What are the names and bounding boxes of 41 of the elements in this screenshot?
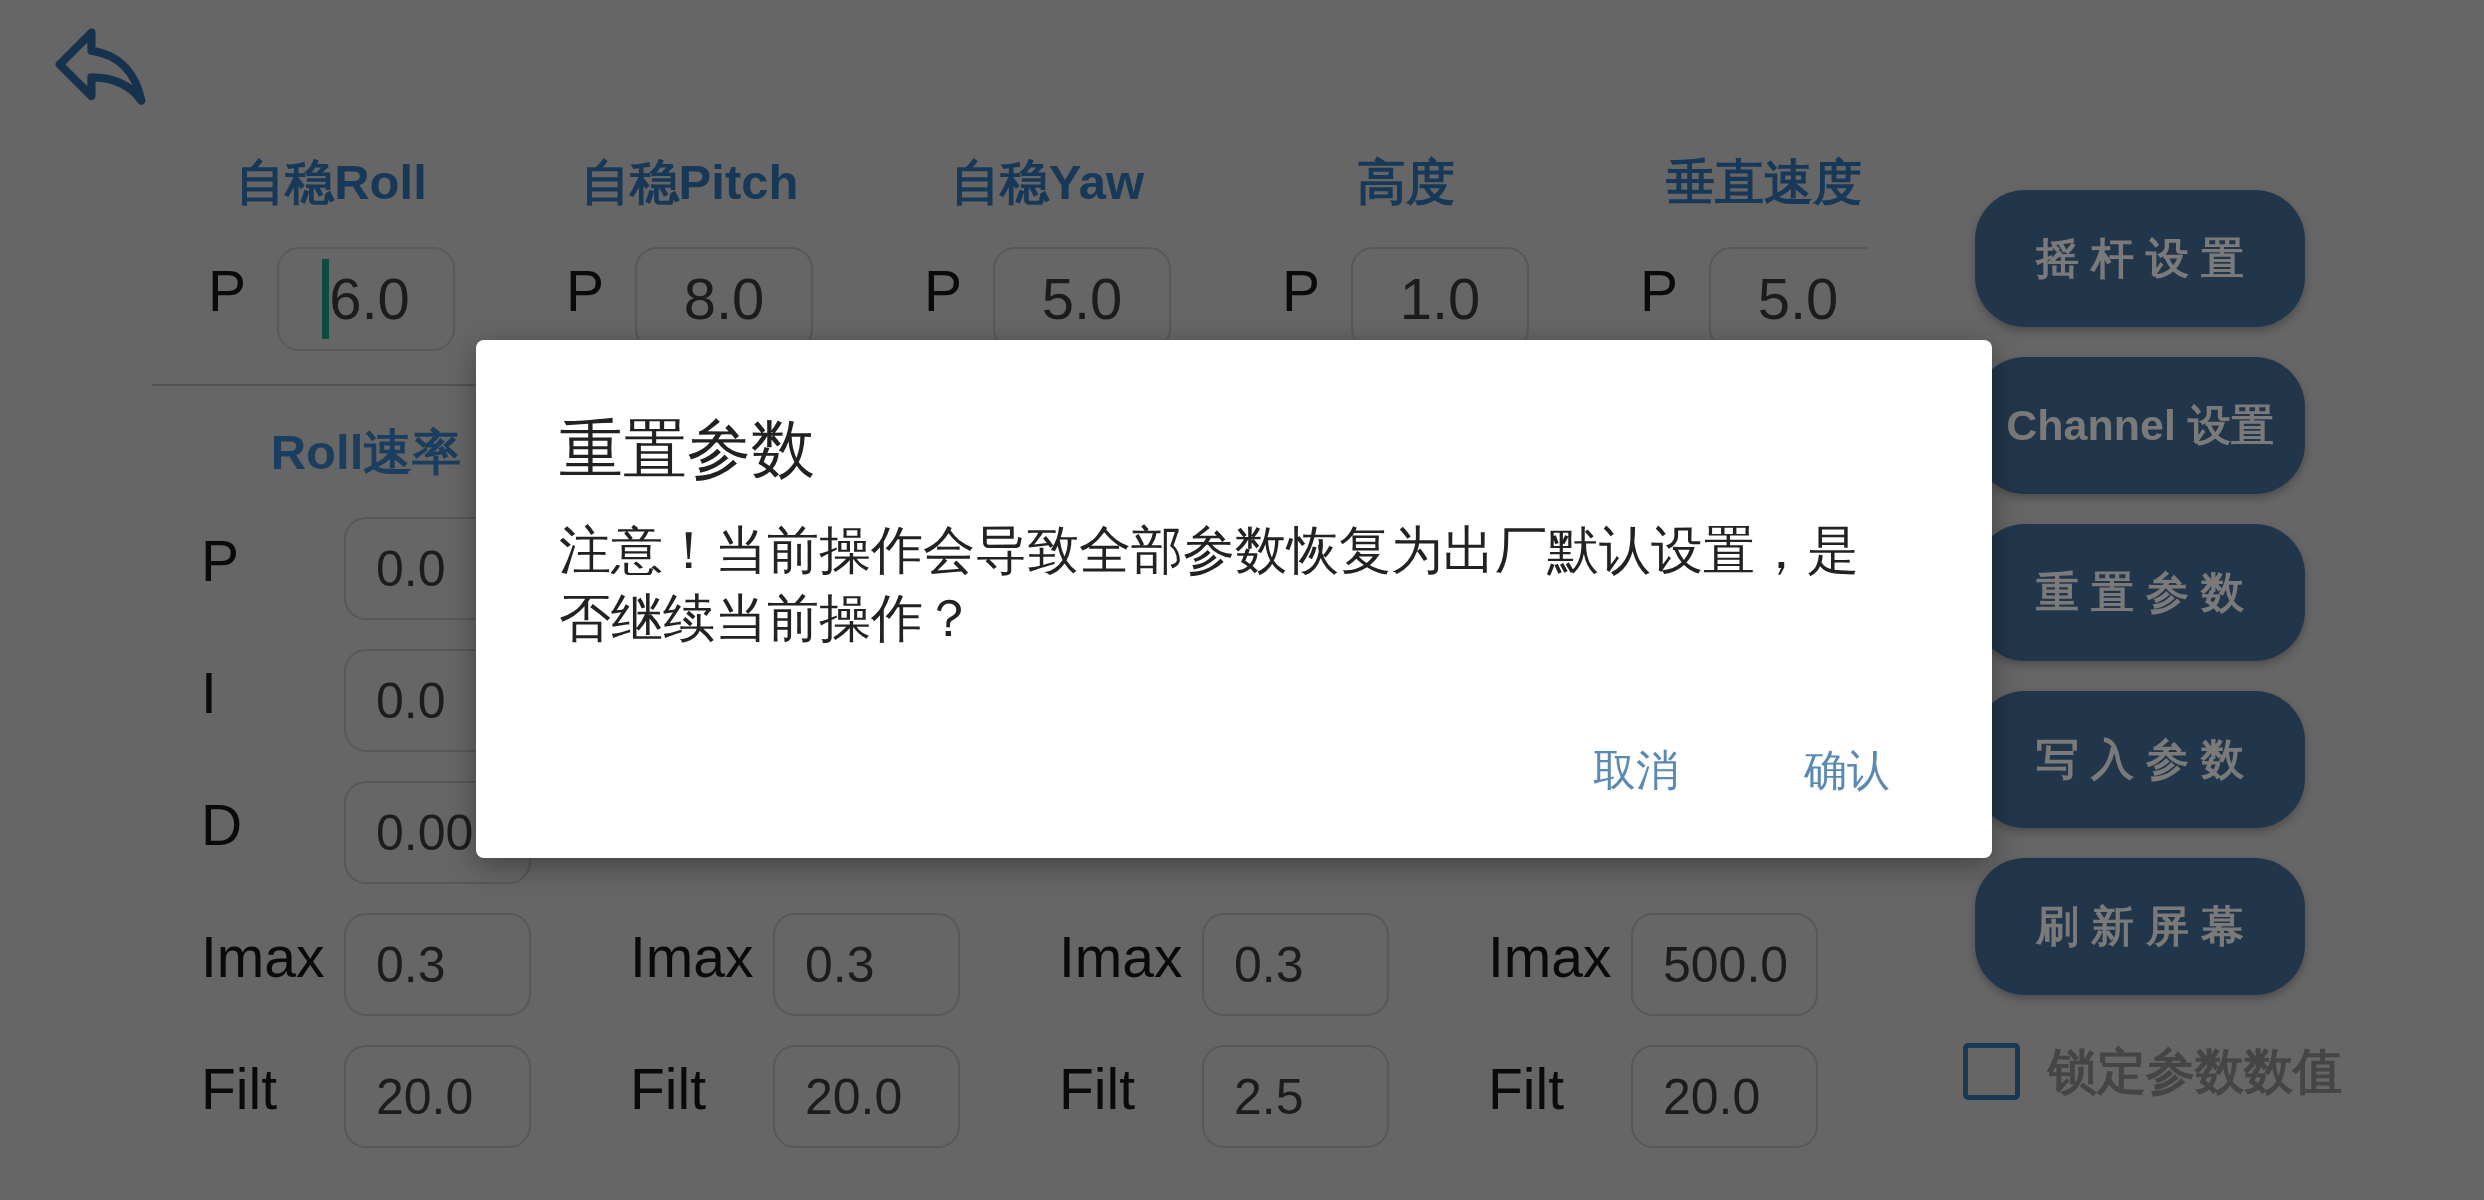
param-label: Imax xyxy=(1488,925,1612,989)
column-heading: 自稳Roll xyxy=(236,154,427,211)
column-heading: 自稳Pitch xyxy=(580,154,799,211)
dialog-button[interactable]: 取消 xyxy=(1569,730,1703,810)
param-label: Imax xyxy=(201,925,325,989)
input-field[interactable]: 0.3 xyxy=(1202,913,1389,1016)
back-arrow-icon xyxy=(55,28,146,106)
param-label: Imax xyxy=(630,925,754,989)
param-label: P xyxy=(208,258,247,323)
checkbox[interactable] xyxy=(1963,1043,2020,1100)
input-field[interactable]: 500.0 xyxy=(1631,913,1818,1016)
param-label: Filt xyxy=(1059,1057,1135,1121)
param-label: P xyxy=(1640,258,1679,323)
text-cursor-icon xyxy=(322,259,330,339)
input-field[interactable]: 20.0 xyxy=(773,1045,960,1148)
input-field[interactable]: 6.0 xyxy=(277,247,455,351)
column-heading: 高度 xyxy=(1356,154,1455,211)
param-label: I xyxy=(201,661,217,725)
input-field[interactable]: 0.3 xyxy=(344,913,531,1016)
param-label: P xyxy=(201,529,240,593)
input-field[interactable]: 20.0 xyxy=(344,1045,531,1148)
input-field[interactable]: 20.0 xyxy=(1631,1045,1818,1148)
input-field[interactable]: 0.3 xyxy=(773,913,960,1016)
param-label: Filt xyxy=(201,1057,277,1121)
param-label: Filt xyxy=(1488,1057,1564,1121)
param-label: Filt xyxy=(630,1057,706,1121)
param-label: Imax xyxy=(1059,925,1183,989)
back-button[interactable] xyxy=(55,28,146,106)
dialog-title: 重置参数 xyxy=(559,412,815,487)
param-label: P xyxy=(1282,258,1321,323)
column-heading: Roll速率 xyxy=(270,424,462,481)
param-label: P xyxy=(566,258,605,323)
param-label: P xyxy=(924,258,963,323)
action-button[interactable]: 刷 新 屏 幕 xyxy=(1975,858,2305,995)
action-button[interactable]: 摇 杆 设 置 xyxy=(1975,190,2305,327)
dialog-button[interactable]: 确认 xyxy=(1780,730,1914,810)
input-field[interactable]: 2.5 xyxy=(1202,1045,1389,1148)
dialog-message: 注意！当前操作会导致全部参数恢复为出厂默认设置，是否继续当前操作？ xyxy=(559,520,1860,649)
param-label: D xyxy=(201,793,243,857)
column-heading: 垂直速度 xyxy=(1665,154,1862,211)
column-heading: 自稳Yaw xyxy=(950,154,1145,211)
